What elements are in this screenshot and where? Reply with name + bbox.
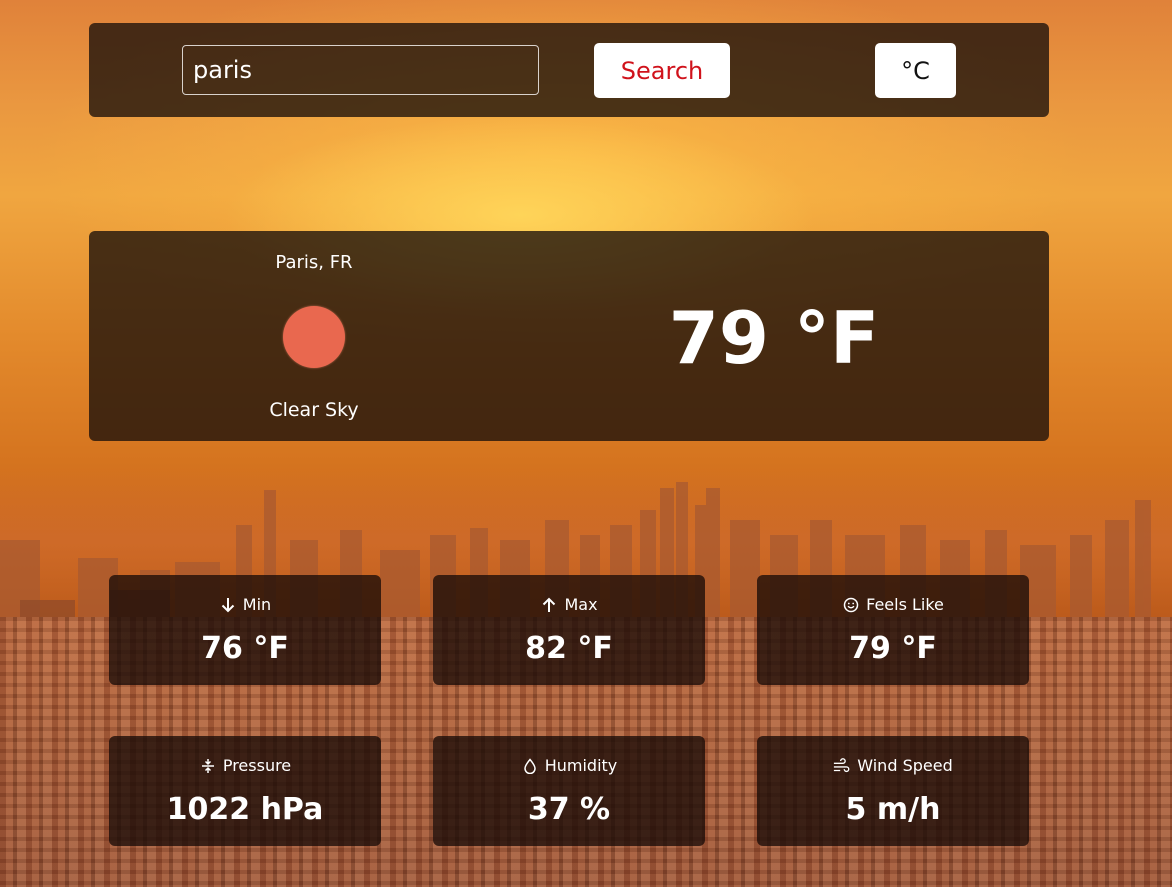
stat-label: Wind Speed [857,756,953,775]
location-label: Paris, FR [275,252,353,273]
stat-card-wind-speed: Wind Speed 5 m/h [757,736,1029,846]
search-bar: Search °C [89,23,1049,117]
stat-card-pressure: Pressure 1022 hPa [109,736,381,846]
current-weather-card: Paris, FR Clear Sky 79 °F [89,231,1049,441]
stat-value: 1022 hPa [166,792,324,827]
clear-sky-sun-icon [283,306,345,368]
arrow-down-icon [219,596,237,614]
stat-card-humidity: Humidity 37 % [433,736,705,846]
stat-value: 76 °F [201,631,289,666]
stat-card-feels-like: Feels Like 79 °F [757,575,1029,685]
stat-value: 37 % [527,792,611,827]
stat-label: Feels Like [866,595,944,614]
stat-value: 79 °F [849,631,937,666]
weather-condition: Clear Sky [269,399,359,421]
stat-value: 5 m/h [845,792,941,827]
city-search-input[interactable] [182,45,539,95]
stat-label: Max [564,595,598,614]
wind-icon [833,757,851,775]
stat-card-min: Min 76 °F [109,575,381,685]
stat-label: Humidity [544,756,618,775]
stat-label: Min [242,595,272,614]
smile-icon [842,596,860,614]
droplet-icon [521,757,539,775]
search-button[interactable]: Search [594,43,730,98]
stat-label: Pressure [222,756,292,775]
current-temperature: 79 °F [668,296,880,380]
pressure-icon [199,757,217,775]
arrow-up-icon [540,596,558,614]
unit-toggle-button[interactable]: °C [875,43,956,98]
stat-card-max: Max 82 °F [433,575,705,685]
stat-value: 82 °F [525,631,613,666]
